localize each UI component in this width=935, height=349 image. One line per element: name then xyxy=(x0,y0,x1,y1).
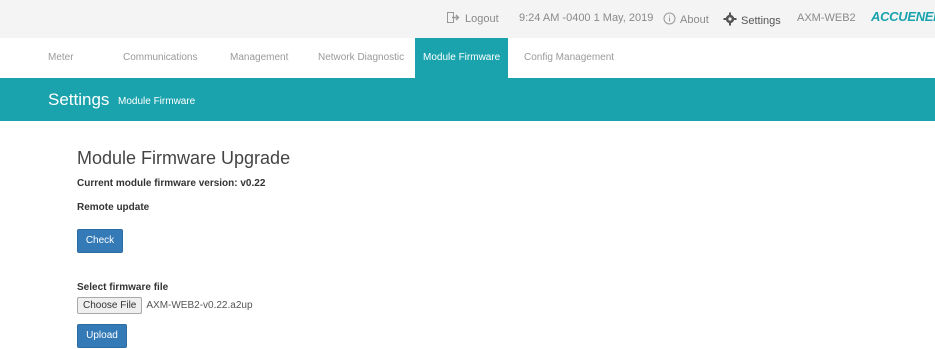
about-label: About xyxy=(680,14,709,26)
about-link[interactable]: About xyxy=(663,12,709,28)
tab-config-management[interactable]: Config Management xyxy=(524,38,614,78)
choose-file-button[interactable]: Choose File xyxy=(77,297,143,314)
page-subtitle: Module Firmware xyxy=(118,96,196,107)
remote-update-label: Remote update xyxy=(77,202,150,213)
device-name: AXM-WEB2 xyxy=(797,12,856,24)
tab-management[interactable]: Management xyxy=(230,38,288,78)
info-icon xyxy=(663,12,676,28)
selected-file-name: AXM-WEB2-v0.22.a2up xyxy=(146,300,253,311)
section-heading: Module Firmware Upgrade xyxy=(77,148,291,168)
tab-communications[interactable]: Communications xyxy=(123,38,197,78)
brand-logo: ACCUENERGY xyxy=(871,9,935,24)
settings-label: Settings xyxy=(741,14,781,27)
top-bar: Logout 9:24 AM -0400 1 May, 2019 About S… xyxy=(0,0,935,38)
current-version-text: Current module firmware version: v0.22 xyxy=(77,178,266,189)
datetime-text: 9:24 AM -0400 1 May, 2019 xyxy=(519,12,654,24)
file-input: Choose File AXM-WEB2-v0.22.a2up xyxy=(77,297,253,314)
upload-button[interactable]: Upload xyxy=(77,324,127,348)
gear-icon xyxy=(723,12,737,29)
logout-label: Logout xyxy=(465,13,499,25)
settings-link[interactable]: Settings xyxy=(723,12,781,29)
logout-icon xyxy=(447,12,461,26)
page-title: Settings xyxy=(48,90,110,109)
logout-link[interactable]: Logout xyxy=(447,12,499,26)
tab-meter[interactable]: Meter xyxy=(48,38,74,78)
settings-nav: Meter Communications Management Network … xyxy=(0,38,935,78)
tab-module-firmware[interactable]: Module Firmware xyxy=(415,38,509,78)
tab-network-diagnostic[interactable]: Network Diagnostic xyxy=(318,38,404,78)
select-file-label: Select firmware file xyxy=(77,282,169,293)
check-button[interactable]: Check xyxy=(77,229,123,253)
page-header-band: Settings Module Firmware xyxy=(0,78,935,121)
